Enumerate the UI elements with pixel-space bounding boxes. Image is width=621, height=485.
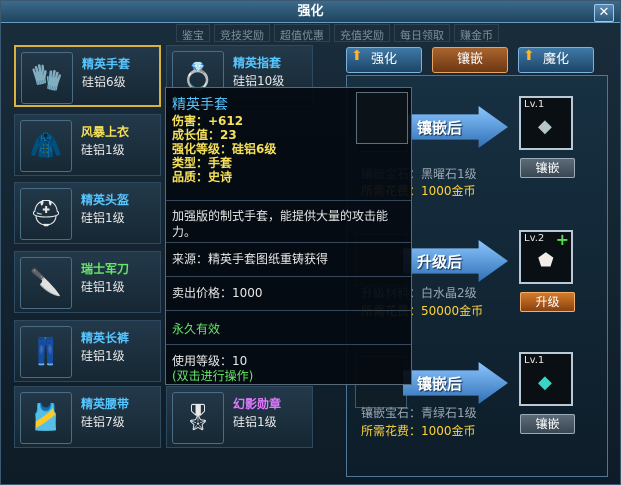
tooltip-item-slot xyxy=(356,92,408,144)
inlay-button[interactable]: 镶嵌 xyxy=(520,414,575,434)
item-level: 硅铝7级 xyxy=(81,415,125,429)
item-name: 精英长裤 xyxy=(81,331,130,345)
item-level: 硅铝1级 xyxy=(233,415,277,429)
helmet-icon: ⛑ xyxy=(20,188,72,240)
gem-icon: ◆ xyxy=(538,116,552,137)
stat-type: 类型：手套 xyxy=(172,156,233,170)
arrow-label: 升级后 xyxy=(417,252,463,271)
gem-icon: ⬟ xyxy=(538,250,554,271)
equipment-item[interactable]: 🎽 精英腰带 硅铝7级 xyxy=(14,386,161,448)
gem-result-slot[interactable]: Lv.1 ◆ xyxy=(519,96,573,150)
gem-result-slot[interactable]: Lv.2 + ⬟ xyxy=(519,230,573,284)
nav-item[interactable]: 每日领取 xyxy=(394,24,450,42)
equipment-item[interactable]: 🧤 精英手套 硅铝6级 xyxy=(14,45,161,107)
divider xyxy=(166,276,411,277)
tooltip-hint: (双击进行操作) xyxy=(172,369,254,383)
tooltip-stats: 伤害：+612 成长值：23 强化等级：硅铝6级 类型：手套 品质：史诗 xyxy=(172,114,276,184)
top-nav: 鉴宝 竞技奖励 超值优惠 充值奖励 每日领取 赚金币 xyxy=(176,24,621,42)
gem-level: Lv.1 xyxy=(524,99,545,110)
knife-icon: 🔪 xyxy=(20,257,72,309)
window-title: 强化 xyxy=(1,1,620,23)
up-arrow-icon: ⬆ xyxy=(523,48,535,64)
gem-result-slot[interactable]: Lv.1 ◆ xyxy=(519,352,573,406)
nav-item[interactable]: 充值奖励 xyxy=(334,24,390,42)
arrow-banner: 镶嵌后 xyxy=(403,106,508,148)
inlay-button[interactable]: 镶嵌 xyxy=(520,158,575,178)
equipment-item[interactable]: 👖 精英长裤 硅铝1级 xyxy=(14,320,161,382)
stat-damage: 伤害：+612 xyxy=(172,114,244,128)
tooltip-title: 精英手套 xyxy=(172,97,228,113)
tab-magic[interactable]: ⬆ 魔化 xyxy=(518,47,594,73)
divider xyxy=(166,344,411,345)
nav-item[interactable]: 超值优惠 xyxy=(274,24,330,42)
item-tooltip: 精英手套 伤害：+612 成长值：23 强化等级：硅铝6级 类型：手套 品质：史… xyxy=(165,87,412,385)
divider xyxy=(166,310,411,311)
item-name: 精英头盔 xyxy=(81,193,130,207)
arrow-banner: 升级后 xyxy=(403,240,508,282)
item-name: 精英手套 xyxy=(82,57,131,71)
belt-icon: 🎽 xyxy=(20,392,72,444)
gem-cost: 所需花费：1000金币 xyxy=(361,424,476,438)
tooltip-source: 来源：精英手套图纸重铸获得 xyxy=(172,252,329,266)
divider xyxy=(166,242,411,243)
gem-level: Lv.2 xyxy=(524,233,545,244)
item-level: 硅铝1级 xyxy=(81,143,125,157)
arrow-label: 镶嵌后 xyxy=(417,118,463,137)
tab-label: 强化 xyxy=(370,52,397,67)
tab-label: 魔化 xyxy=(542,52,569,67)
close-button[interactable]: ✕ xyxy=(594,4,614,22)
stat-quality: 品质：史诗 xyxy=(172,170,233,184)
equipment-item[interactable]: 🎖 幻影勋章 硅铝1级 xyxy=(166,386,313,448)
item-level: 硅铝1级 xyxy=(81,280,125,294)
equipment-item[interactable]: 🔪 瑞士军刀 硅铝1级 xyxy=(14,251,161,313)
plus-icon: + xyxy=(555,230,569,249)
item-name: 幻影勋章 xyxy=(233,397,282,411)
divider xyxy=(166,200,411,201)
medal-icon: 🎖 xyxy=(172,392,224,444)
gloves-icon: 🧤 xyxy=(21,52,73,104)
nav-item[interactable]: 鉴宝 xyxy=(176,24,210,42)
tab-enhance[interactable]: ⬆ 强化 xyxy=(346,47,422,73)
up-arrow-icon: ⬆ xyxy=(351,48,363,64)
equipment-item[interactable]: ⛑ 精英头盔 硅铝1级 xyxy=(14,182,161,244)
gem-icon: ◆ xyxy=(538,372,552,393)
equipment-item[interactable]: 🧥 风暴上衣 硅铝1级 xyxy=(14,114,161,176)
arrow-label: 镶嵌后 xyxy=(417,374,463,393)
item-level: 硅铝1级 xyxy=(81,211,125,225)
enhance-window: 强化 ✕ 鉴宝 竞技奖励 超值优惠 充值奖励 每日领取 赚金币 🧤 精英手套 硅… xyxy=(0,0,621,485)
tab-inlay[interactable]: 镶嵌 xyxy=(432,47,508,73)
stat-growth: 成长值：23 xyxy=(172,128,237,142)
gem-level: Lv.1 xyxy=(524,355,545,366)
tooltip-duration: 永久有效 xyxy=(172,322,221,336)
tab-label: 镶嵌 xyxy=(456,52,483,67)
jacket-icon: 🧥 xyxy=(20,120,72,172)
tooltip-price: 卖出价格：1000 xyxy=(172,286,263,300)
item-name: 精英腰带 xyxy=(81,397,130,411)
item-name: 精英指套 xyxy=(233,56,282,70)
stat-enhance-level: 强化等级：硅铝6级 xyxy=(172,142,277,156)
gem-name: 镶嵌宝石：青绿石1级 xyxy=(361,406,477,420)
upgrade-button[interactable]: 升级 xyxy=(520,292,575,312)
item-level: 硅铝1级 xyxy=(81,349,125,363)
nav-item[interactable]: 赚金币 xyxy=(454,24,499,42)
tooltip-description: 加强版的制式手套，能提供大量的攻击能力。 xyxy=(172,209,389,239)
pants-icon: 👖 xyxy=(20,326,72,378)
nav-item[interactable]: 竞技奖励 xyxy=(214,24,270,42)
item-name: 风暴上衣 xyxy=(81,125,130,139)
item-name: 瑞士军刀 xyxy=(81,262,130,276)
item-level: 硅铝6级 xyxy=(82,75,126,89)
arrow-banner: 镶嵌后 xyxy=(403,362,508,404)
